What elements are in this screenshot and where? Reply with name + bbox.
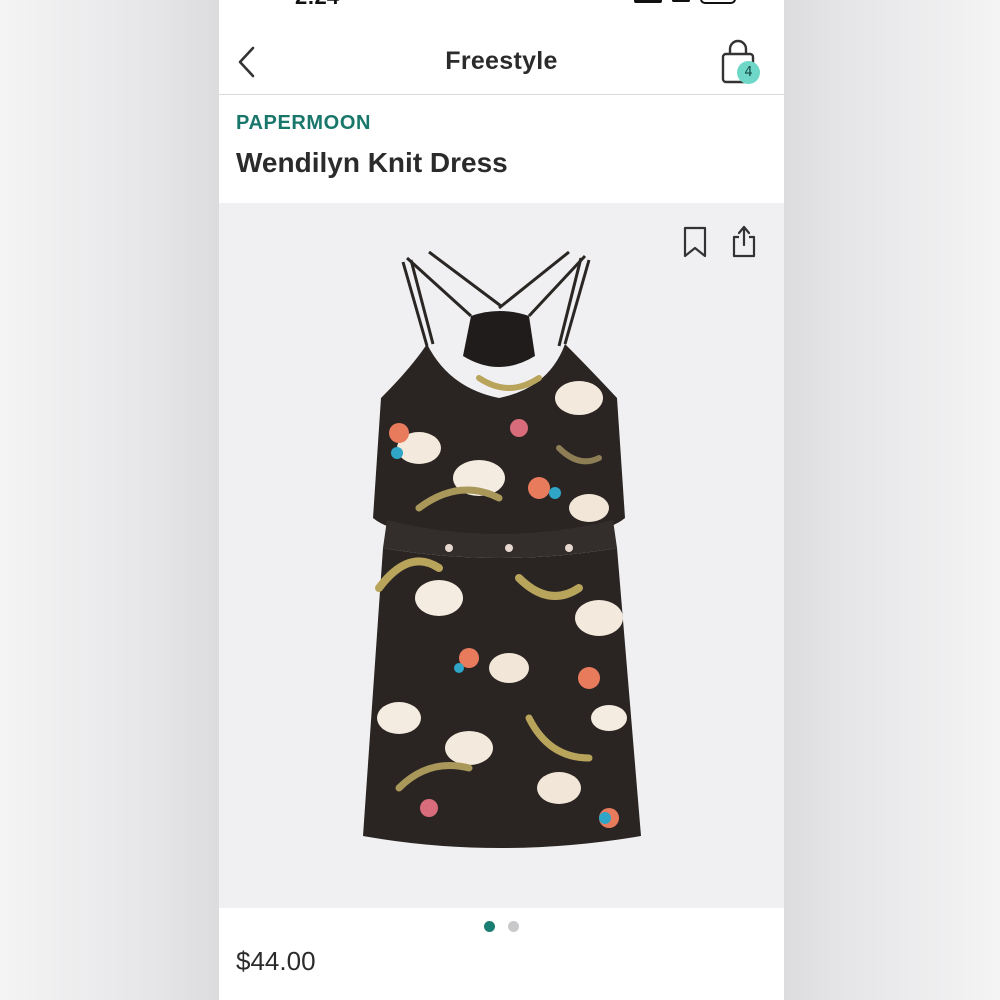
page-background-right	[784, 0, 1000, 1000]
status-time: 2:24	[295, 0, 339, 10]
status-bar: 2:24	[219, 0, 784, 10]
cart-count-badge: 4	[737, 61, 760, 84]
product-title: Wendilyn Knit Dress	[236, 147, 508, 178]
battery-icon	[700, 0, 736, 4]
product-brand[interactable]: PAPERMOON	[236, 112, 371, 135]
product-price: $44.00	[236, 946, 316, 976]
carousel-dots	[219, 921, 784, 932]
signal-icon	[634, 0, 662, 3]
product-image-dress	[363, 250, 641, 848]
product-image-carousel[interactable]	[219, 203, 784, 908]
page-background-left	[0, 0, 219, 1000]
carousel-dot-1[interactable]	[484, 921, 495, 932]
save-button[interactable]	[682, 225, 708, 259]
carousel-dot-2[interactable]	[508, 921, 519, 932]
page-title: Freestyle	[445, 47, 558, 75]
app-screen: 2:24 Freestyle 4 PAPERMOON Wendilyn Knit…	[219, 0, 784, 1000]
bookmark-icon	[683, 226, 707, 258]
status-icons	[634, 0, 736, 6]
nav-bar: Freestyle 4	[219, 28, 784, 95]
share-button[interactable]	[731, 223, 757, 259]
wifi-icon	[672, 0, 690, 2]
share-icon	[732, 225, 756, 258]
